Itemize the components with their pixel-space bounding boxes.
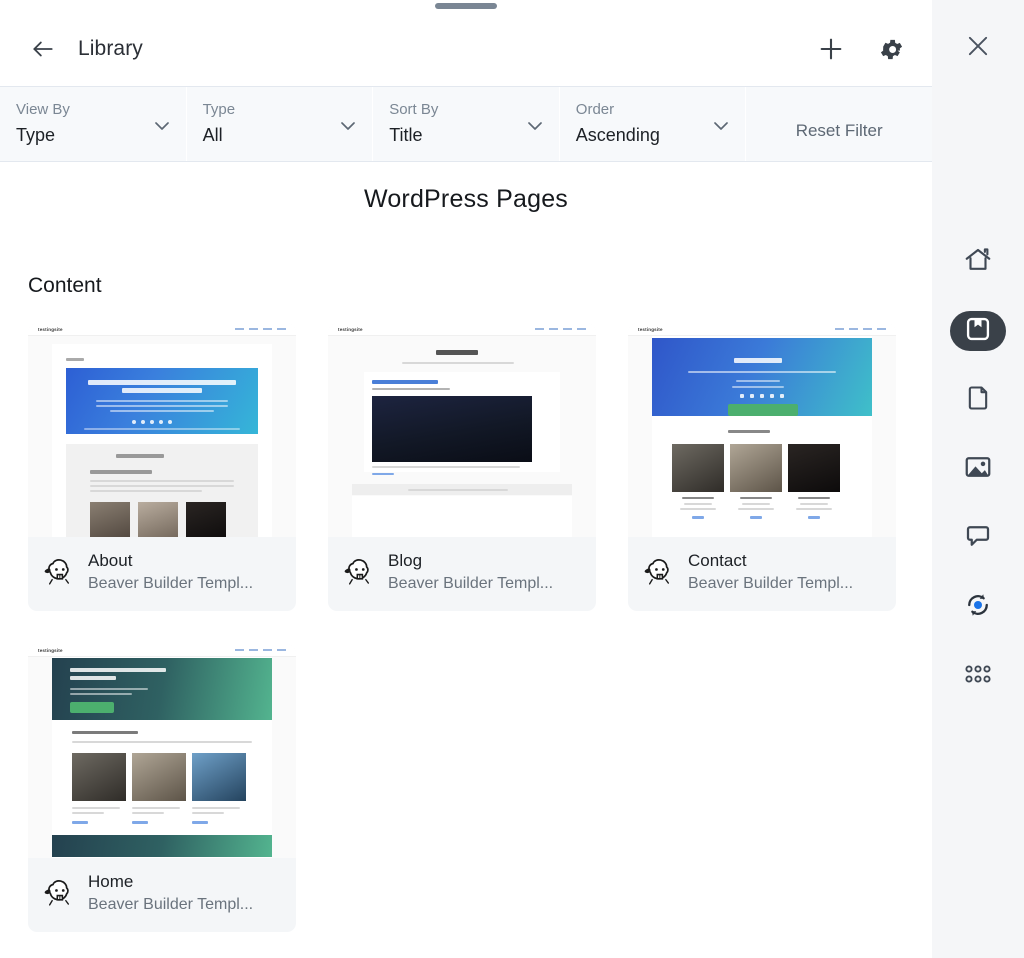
grid-dots-icon	[963, 663, 993, 690]
beaver-builder-logo-icon	[42, 555, 76, 589]
card-title: Contact	[688, 549, 853, 572]
content-scroll-area[interactable]: WordPress Pages Content testingsite	[0, 162, 932, 956]
card-title: Blog	[388, 549, 553, 572]
beaver-builder-logo-icon	[342, 555, 376, 589]
card-meta: Home Beaver Builder Templ...	[28, 858, 296, 932]
preview-body	[628, 336, 896, 537]
chevron-down-icon	[713, 118, 729, 136]
main-panel: Library View By Type	[0, 0, 932, 958]
rail-item-pages[interactable]	[950, 380, 1006, 420]
reset-filter-button[interactable]: Reset Filter	[746, 87, 932, 161]
template-card-contact[interactable]: testingsite	[628, 323, 896, 611]
site-preview-about: testingsite	[28, 323, 296, 537]
template-thumbnail: testingsite	[28, 323, 296, 537]
template-thumbnail: testingsite	[28, 644, 296, 858]
rail-icon-list	[950, 242, 1006, 696]
close-icon[interactable]	[958, 26, 998, 66]
card-subtitle: Beaver Builder Templ...	[388, 572, 553, 595]
filter-sort-by-label: Sort By	[389, 100, 543, 120]
plus-icon[interactable]	[814, 32, 848, 66]
card-text: Blog Beaver Builder Templ...	[388, 549, 553, 595]
preview-body	[28, 657, 296, 858]
preview-site-nav	[235, 649, 286, 651]
beaver-builder-logo-icon	[642, 555, 676, 589]
card-title: Home	[88, 870, 253, 893]
rail-item-media[interactable]	[950, 449, 1006, 489]
gear-icon[interactable]	[874, 32, 908, 66]
filter-order[interactable]: Order Ascending	[560, 87, 747, 161]
chevron-down-icon	[154, 118, 170, 136]
card-meta: About Beaver Builder Templ...	[28, 537, 296, 611]
preview-body	[328, 336, 596, 537]
template-thumbnail: testingsite	[628, 323, 896, 537]
filter-bar: View By Type Type All Sort By Title	[0, 86, 932, 162]
rail-item-more[interactable]	[950, 656, 1006, 696]
filter-view-by-value: Type	[16, 122, 170, 148]
chevron-down-icon	[340, 118, 356, 136]
card-title: About	[88, 549, 253, 572]
card-subtitle: Beaver Builder Templ...	[88, 893, 253, 916]
section-heading: Content	[0, 214, 932, 298]
library-panel-root: Library View By Type	[0, 0, 1024, 958]
preview-site-name: testingsite	[338, 327, 363, 332]
site-preview-home: testingsite	[28, 644, 296, 858]
template-grid: testingsite	[0, 298, 932, 932]
filter-type-label: Type	[203, 100, 357, 120]
template-card-about[interactable]: testingsite	[28, 323, 296, 611]
rail-item-sync[interactable]	[950, 587, 1006, 627]
preview-site-nav	[535, 328, 586, 330]
card-text: Contact Beaver Builder Templ...	[688, 549, 853, 595]
preview-body	[28, 336, 296, 537]
card-meta: Contact Beaver Builder Templ...	[628, 537, 896, 611]
site-preview-contact: testingsite	[628, 323, 896, 537]
filter-order-value: Ascending	[576, 122, 730, 148]
card-meta: Blog Beaver Builder Templ...	[328, 537, 596, 611]
preview-site-bar: testingsite	[328, 323, 596, 336]
image-icon	[963, 452, 993, 487]
right-rail	[932, 0, 1024, 958]
card-subtitle: Beaver Builder Templ...	[88, 572, 253, 595]
filter-view-by-label: View By	[16, 100, 170, 120]
filter-type[interactable]: Type All	[187, 87, 374, 161]
top-bar: Library	[0, 12, 932, 86]
preview-site-nav	[835, 328, 886, 330]
card-text: Home Beaver Builder Templ...	[88, 870, 253, 916]
filter-sort-by[interactable]: Sort By Title	[373, 87, 560, 161]
preview-site-bar: testingsite	[28, 644, 296, 657]
filter-order-label: Order	[576, 100, 730, 120]
comment-icon	[963, 521, 993, 556]
rail-item-saved[interactable]	[950, 311, 1006, 351]
site-preview-blog: testingsite	[328, 323, 596, 537]
save-bookmark-icon	[964, 315, 992, 348]
rail-item-home[interactable]	[950, 242, 1006, 282]
page-file-icon	[964, 384, 992, 417]
content-heading: WordPress Pages	[0, 162, 932, 214]
preview-site-name: testingsite	[38, 327, 63, 332]
chevron-down-icon	[527, 118, 543, 136]
preview-site-name: testingsite	[638, 327, 663, 332]
filter-view-by[interactable]: View By Type	[0, 87, 187, 161]
home-icon	[963, 245, 993, 280]
page-title: Library	[78, 37, 143, 61]
drag-handle[interactable]	[435, 3, 497, 9]
preview-site-name: testingsite	[38, 648, 63, 653]
topbar-actions	[814, 32, 908, 66]
rail-item-comments[interactable]	[950, 518, 1006, 558]
template-card-home[interactable]: testingsite	[28, 644, 296, 932]
preview-site-nav	[235, 328, 286, 330]
sync-icon	[963, 590, 993, 625]
template-card-blog[interactable]: testingsite	[328, 323, 596, 611]
arrow-left-icon[interactable]	[26, 32, 60, 66]
beaver-builder-logo-icon	[42, 876, 76, 910]
panel-drag-handle-area	[0, 0, 932, 12]
preview-site-bar: testingsite	[628, 323, 896, 336]
filter-sort-by-value: Title	[389, 122, 543, 148]
card-subtitle: Beaver Builder Templ...	[688, 572, 853, 595]
template-thumbnail: testingsite	[328, 323, 596, 537]
filter-type-value: All	[203, 122, 357, 148]
preview-site-bar: testingsite	[28, 323, 296, 336]
card-text: About Beaver Builder Templ...	[88, 549, 253, 595]
